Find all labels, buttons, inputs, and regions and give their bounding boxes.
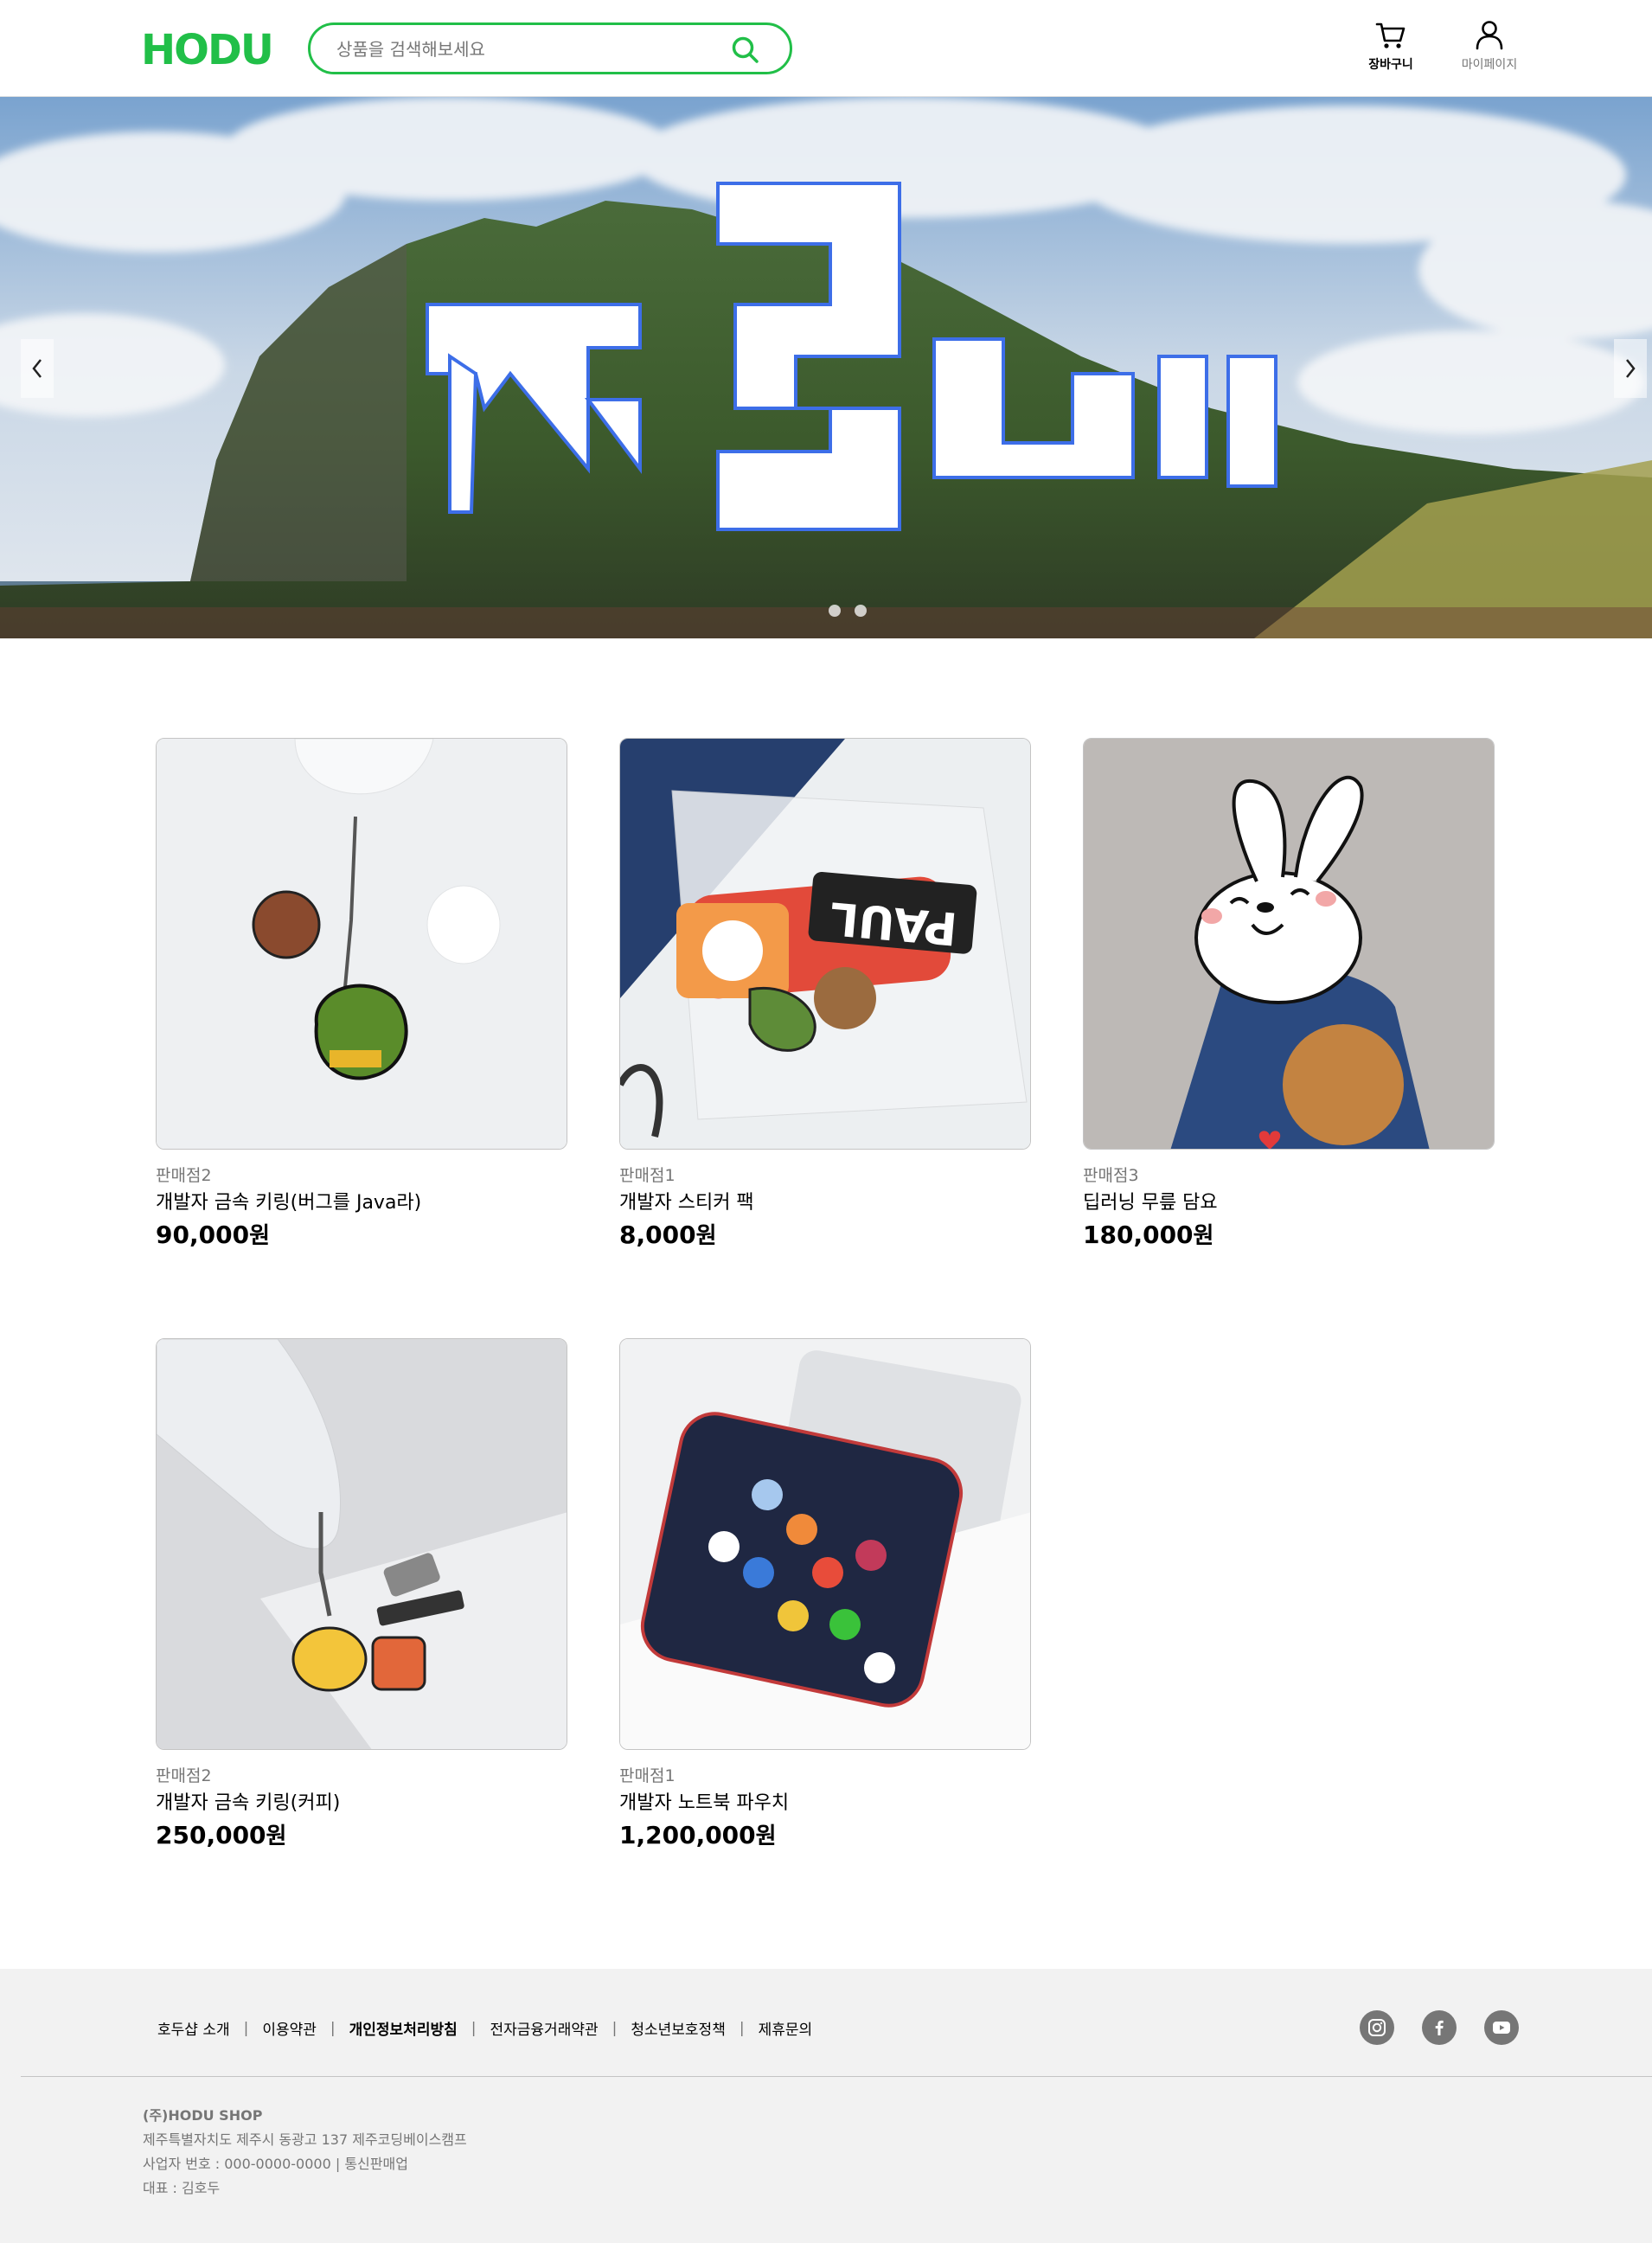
search-input[interactable] xyxy=(335,35,715,63)
search-bar xyxy=(308,22,792,74)
facebook-button[interactable] xyxy=(1422,2010,1457,2045)
ceo-name: 대표 : 김호두 xyxy=(143,2180,221,2196)
chevron-left-icon xyxy=(32,359,42,378)
product-name: 개발자 노트북 파우치 xyxy=(619,1792,790,1814)
footer-link-privacy[interactable]: 개인정보처리방침 xyxy=(349,2017,458,2039)
mypage-label: 마이페이지 xyxy=(1461,58,1518,72)
site-header: HODU 장바구니 마이페이지 xyxy=(0,0,1652,97)
banner-dot-1[interactable] xyxy=(829,605,841,617)
banner-dot-2[interactable] xyxy=(855,605,867,617)
product-image xyxy=(156,1338,567,1750)
instagram-icon xyxy=(1368,2019,1386,2036)
company-address: 제주특별자치도 제주시 동광고 137 제주코딩베이스캠프 xyxy=(143,2131,467,2148)
product-name: 개발자 금속 키링(버그를 Java라) xyxy=(156,1192,422,1214)
product-card[interactable]: 판매점2 개발자 금속 키링(커피) 250,000원 xyxy=(156,1338,567,1851)
divider: | xyxy=(330,2019,336,2037)
footer-link-efinance[interactable]: 전자금융거래약관 xyxy=(490,2017,599,2039)
seller-name: 판매점1 xyxy=(619,1766,676,1785)
svg-text:HODU: HODU xyxy=(141,26,272,69)
product-name: 딥러닝 무릎 담요 xyxy=(1083,1192,1218,1214)
divider: | xyxy=(243,2019,249,2037)
product-image xyxy=(1083,738,1495,1150)
cart-label: 장바구니 xyxy=(1368,58,1413,72)
seller-name: 판매점2 xyxy=(156,1766,212,1785)
divider: | xyxy=(739,2019,745,2037)
user-icon xyxy=(1476,21,1503,50)
product-price: 1,200,000원 xyxy=(619,1821,777,1849)
product-card[interactable]: PAUL 판매점1 개발자 스티커 팩 8,000원 xyxy=(619,738,1031,1251)
company-name: (주)HODU SHOP xyxy=(143,2107,263,2124)
mypage-button[interactable]: 마이페이지 xyxy=(1455,17,1524,78)
footer-divider xyxy=(21,2076,1652,2077)
footer-links: 호두샵 소개 | 이용약관 | 개인정보처리방침 | 전자금융거래약관 | 청소… xyxy=(157,2017,813,2040)
footer-link-youth[interactable]: 청소년보호정책 xyxy=(631,2017,725,2039)
banner-next-button[interactable] xyxy=(1614,339,1647,398)
site-footer: 호두샵 소개 | 이용약관 | 개인정보처리방침 | 전자금융거래약관 | 청소… xyxy=(0,1969,1652,2243)
product-price: 180,000원 xyxy=(1083,1221,1214,1249)
facebook-icon xyxy=(1435,2020,1444,2035)
seller-name: 판매점1 xyxy=(619,1166,676,1185)
hero-banner[interactable] xyxy=(0,97,1652,638)
seller-name: 판매점2 xyxy=(156,1166,212,1185)
product-image: PAUL xyxy=(619,738,1031,1150)
banner-image xyxy=(0,97,1652,638)
cart-button[interactable]: 장바구니 xyxy=(1356,17,1425,78)
search-icon[interactable] xyxy=(731,35,760,65)
product-card[interactable]: 판매점1 개발자 노트북 파우치 1,200,000원 xyxy=(619,1338,1031,1851)
product-card[interactable]: 판매점3 딥러닝 무릎 담요 180,000원 xyxy=(1083,738,1495,1251)
seller-name: 판매점3 xyxy=(1083,1166,1139,1185)
footer-link-terms[interactable]: 이용약관 xyxy=(262,2017,317,2039)
product-image xyxy=(619,1338,1031,1750)
hodu-logo[interactable]: HODU xyxy=(141,26,278,69)
divider: | xyxy=(611,2019,618,2037)
svg-text:PAUL: PAUL xyxy=(828,891,959,954)
divider: | xyxy=(471,2019,477,2037)
product-image xyxy=(156,738,567,1150)
cart-icon xyxy=(1375,22,1405,48)
company-info: (주)HODU SHOP 제주특별자치도 제주시 동광고 137 제주코딩베이스… xyxy=(143,2104,467,2201)
product-price: 8,000원 xyxy=(619,1221,717,1249)
product-price: 250,000원 xyxy=(156,1821,287,1849)
youtube-button[interactable] xyxy=(1484,2010,1519,2045)
footer-link-partnership[interactable]: 제휴문의 xyxy=(759,2017,813,2039)
banner-prev-button[interactable] xyxy=(21,339,54,398)
instagram-button[interactable] xyxy=(1360,2010,1394,2045)
product-card[interactable]: 판매점2 개발자 금속 키링(버그를 Java라) 90,000원 xyxy=(156,738,567,1251)
business-number: 사업자 번호 : 000-0000-0000 | 통신판매업 xyxy=(143,2156,408,2172)
footer-link-about[interactable]: 호두샵 소개 xyxy=(157,2017,230,2039)
product-name: 개발자 금속 키링(커피) xyxy=(156,1792,341,1814)
chevron-right-icon xyxy=(1626,359,1636,378)
product-name: 개발자 스티커 팩 xyxy=(619,1192,754,1214)
product-price: 90,000원 xyxy=(156,1221,270,1249)
youtube-icon xyxy=(1493,2022,1510,2034)
